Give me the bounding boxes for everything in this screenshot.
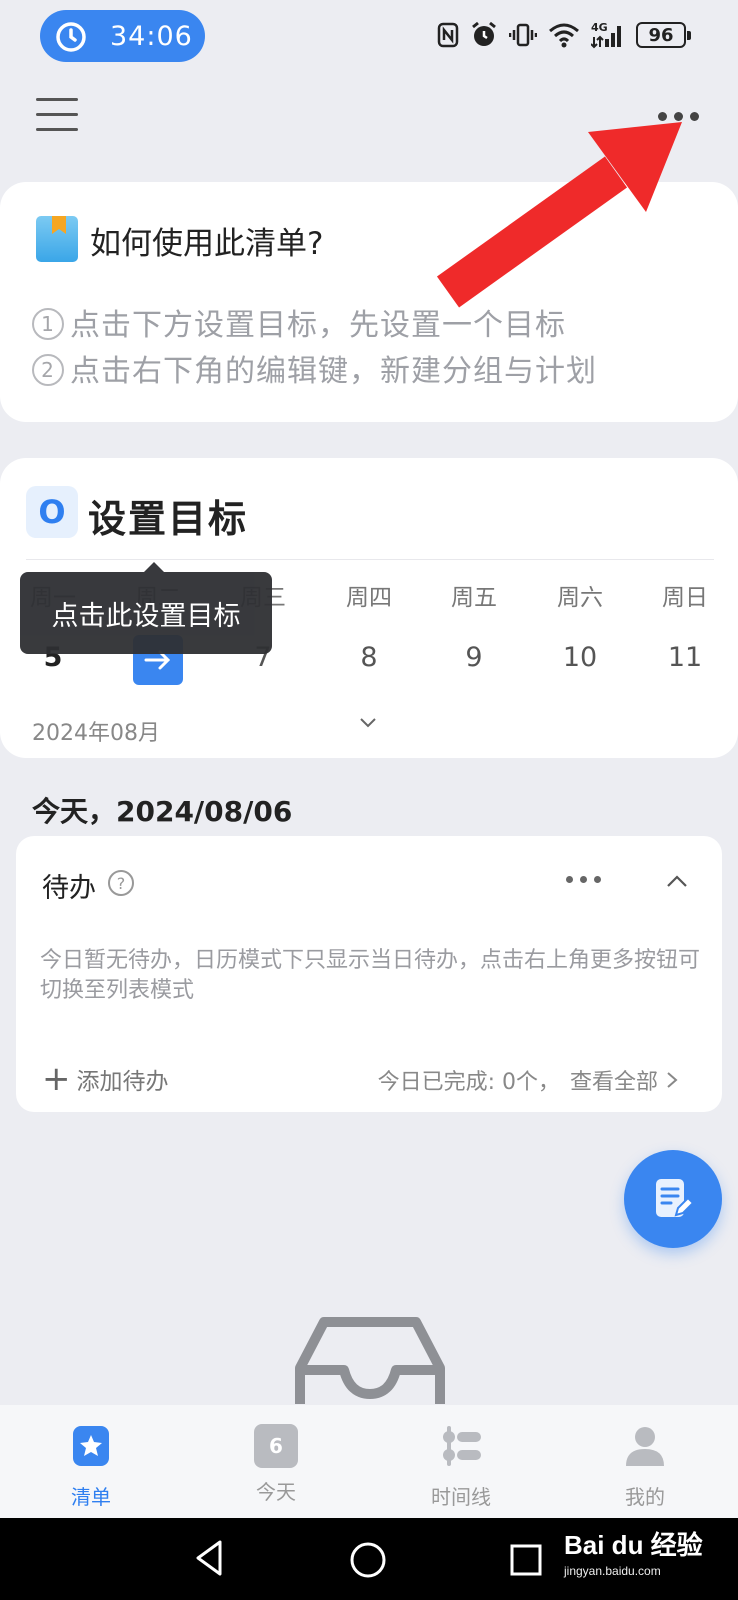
month-label[interactable]: 2024年08月 bbox=[32, 715, 160, 747]
weekday-label: 周六 bbox=[557, 585, 603, 611]
more-dots-icon bbox=[566, 876, 573, 883]
weekday-label: 周五 bbox=[451, 585, 497, 611]
weekday-label: 周四 bbox=[346, 585, 392, 611]
status-icons: 4G 96 bbox=[437, 18, 691, 52]
set-goal-title[interactable]: 设置目标 bbox=[88, 488, 248, 543]
chevron-up-icon[interactable] bbox=[664, 868, 690, 894]
add-todo-button[interactable]: + 添加待办 bbox=[42, 1062, 169, 1096]
recents-icon[interactable] bbox=[508, 1542, 544, 1578]
book-icon bbox=[36, 216, 78, 262]
person-icon bbox=[626, 1427, 664, 1466]
tab-profile[interactable]: 我的 bbox=[590, 1420, 700, 1510]
home-icon[interactable] bbox=[348, 1540, 388, 1580]
tab-label: 清单 bbox=[71, 1485, 111, 1509]
annotation-arrow bbox=[436, 122, 682, 308]
step-number-2: 2 bbox=[32, 353, 64, 386]
guide-step-2-text: 点击右下角的编辑键，新建分组与计划 bbox=[70, 354, 597, 389]
completed-count: 今日已完成: 0个， bbox=[377, 1070, 560, 1095]
menu-button[interactable] bbox=[36, 98, 78, 132]
step-number-1: 1 bbox=[32, 307, 64, 340]
timer-pill[interactable]: 34:06 bbox=[40, 10, 205, 62]
day-cell[interactable]: 11 bbox=[645, 642, 725, 673]
timer-text: 34:06 bbox=[110, 20, 193, 52]
today-date-heading: 今天，2024/08/06 bbox=[32, 795, 293, 828]
empty-inbox-icon bbox=[295, 1317, 445, 1404]
day-cell[interactable]: 9 bbox=[434, 642, 514, 673]
help-icon[interactable]: ? bbox=[108, 870, 134, 896]
guide-title: 如何使用此清单? bbox=[90, 226, 324, 262]
wifi-icon bbox=[549, 23, 579, 48]
view-all-link[interactable]: 查看全部 bbox=[570, 1064, 658, 1096]
day-cell[interactable]: 10 bbox=[540, 642, 620, 673]
vibrate-icon bbox=[509, 23, 537, 47]
timeline-icon bbox=[443, 1426, 481, 1466]
watermark-brand: Bai du 经验 bbox=[564, 1530, 703, 1560]
battery-indicator: 96 bbox=[636, 22, 691, 48]
todo-title: 待办 bbox=[42, 873, 96, 904]
tab-label: 时间线 bbox=[431, 1485, 491, 1509]
todo-more-button[interactable] bbox=[566, 876, 601, 883]
add-todo-label: 添加待办 bbox=[76, 1069, 169, 1095]
chevron-down-icon[interactable] bbox=[358, 712, 378, 732]
todo-empty-message: 今日暂无待办，日历模式下只显示当日待办，点击右上角更多按钮可切换至列表模式 bbox=[40, 948, 701, 1003]
weekday-label: 周日 bbox=[662, 585, 708, 611]
tab-label: 今天 bbox=[256, 1480, 296, 1504]
hamburger-icon bbox=[36, 98, 78, 101]
todo-footer: 今日已完成: 0个， 查看全部 bbox=[378, 1064, 680, 1096]
watermark-url: jingyan.baidu.com bbox=[564, 1564, 661, 1578]
note-edit-icon bbox=[656, 1179, 695, 1217]
divider bbox=[26, 559, 714, 560]
chevron-right-icon[interactable] bbox=[664, 1070, 680, 1090]
nfc-icon bbox=[437, 22, 459, 48]
watermark: Bai du 经验 jingyan.baidu.com bbox=[564, 1525, 703, 1578]
goal-badge: O bbox=[26, 486, 78, 538]
back-icon[interactable] bbox=[192, 1538, 228, 1578]
set-goal-tooltip[interactable]: 点击此设置目标 bbox=[20, 562, 272, 654]
day-cell[interactable]: 8 bbox=[329, 642, 409, 673]
timer-icon bbox=[56, 22, 86, 52]
plus-icon: + bbox=[42, 1059, 71, 1099]
tab-timeline[interactable]: 时间线 bbox=[406, 1420, 516, 1510]
tab-today[interactable]: 6 今天 bbox=[221, 1420, 331, 1505]
tab-list[interactable]: 清单 bbox=[36, 1420, 146, 1510]
guide-step-2: 2 点击右下角的编辑键，新建分组与计划 bbox=[32, 346, 597, 390]
cellular-signal-icon: 4G bbox=[591, 21, 625, 49]
calendar-day-icon: 6 bbox=[254, 1424, 298, 1468]
star-list-icon bbox=[73, 1426, 109, 1466]
tab-label: 我的 bbox=[625, 1485, 665, 1509]
alarm-icon bbox=[472, 21, 496, 46]
edit-fab-button[interactable] bbox=[624, 1150, 722, 1248]
